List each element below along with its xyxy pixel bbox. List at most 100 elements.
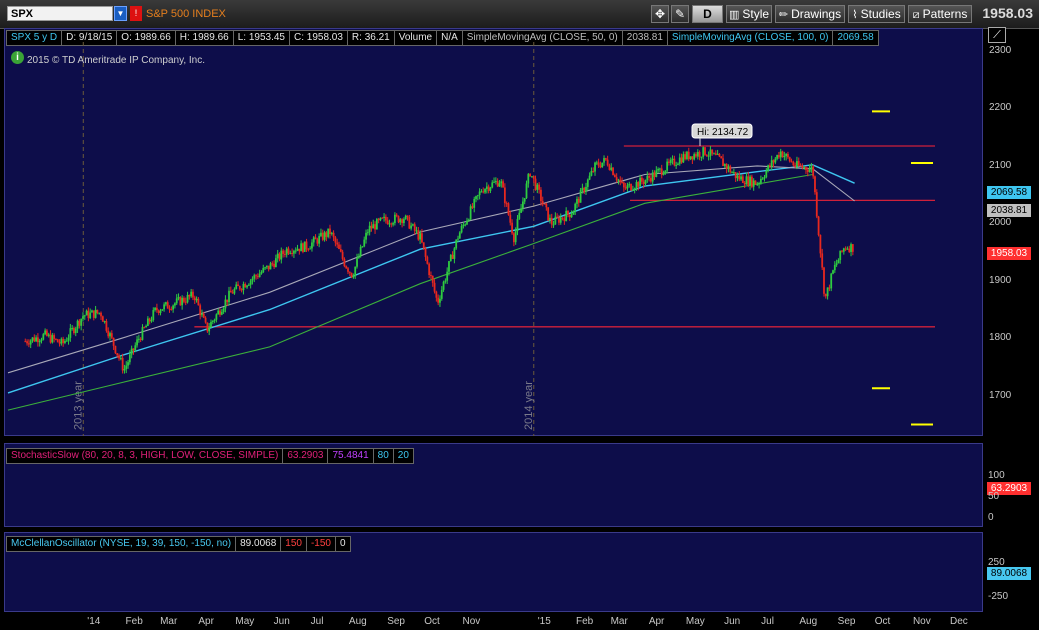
moving-average-line — [7, 173, 813, 411]
price-candle-body — [799, 165, 802, 167]
price-candle-body — [278, 253, 281, 260]
price-candle-body — [183, 297, 185, 302]
price-candle-body — [421, 233, 423, 243]
price-candle-body — [357, 256, 360, 259]
price-candle-body — [431, 275, 434, 283]
price-candle-body — [673, 158, 676, 166]
price-candle-body — [570, 214, 573, 218]
stochastic-d-value: 75.4841 — [327, 448, 374, 464]
price-candle-body — [842, 248, 845, 252]
price-candle-body — [312, 237, 315, 243]
price-candle-body — [484, 189, 486, 193]
price-candle-body — [797, 161, 800, 166]
price-candle-body — [352, 276, 355, 278]
price-candle-body — [805, 167, 807, 170]
price-candle-body — [116, 353, 119, 356]
price-candle-body — [303, 241, 306, 252]
price-candle-body — [736, 175, 739, 179]
x-tick-label: Oct — [424, 616, 440, 627]
price-candle-body — [689, 156, 692, 160]
price-candle-body — [523, 198, 526, 202]
price-candle-body — [439, 298, 441, 303]
price-candle-body — [549, 217, 551, 221]
price-candle-body — [433, 282, 436, 292]
price-candle-body — [170, 308, 173, 310]
price-candle-body — [451, 254, 454, 259]
price-candle-body — [485, 186, 488, 190]
price-candle-body — [440, 289, 443, 299]
price-candle-body — [231, 292, 234, 294]
price-candle-body — [211, 320, 214, 323]
price-candle-body — [309, 248, 312, 250]
price-candle-body — [597, 162, 600, 166]
price-candle-body — [449, 254, 452, 262]
price-candle-body — [507, 203, 510, 215]
x-tick-label: Aug — [799, 616, 818, 627]
x-tick-label: Apr — [198, 616, 214, 627]
price-candle-body — [480, 191, 483, 193]
price-candle-body — [166, 302, 169, 309]
x-tick-label: Jul — [761, 616, 774, 627]
price-candle-body — [348, 271, 351, 273]
price-candle-body — [686, 151, 688, 159]
price-candle-body — [785, 153, 788, 156]
price-candle-body — [217, 310, 220, 315]
price-candle-body — [462, 224, 465, 226]
price-candle-body — [168, 308, 171, 310]
price-candle-body — [374, 224, 376, 230]
price-candle-body — [143, 327, 146, 329]
price-candle-body — [415, 230, 418, 232]
price-candle-body — [700, 156, 703, 158]
price-candle-body — [448, 261, 450, 272]
price-candle-body — [826, 287, 829, 297]
price-candle-body — [186, 295, 189, 303]
price-candle-body — [193, 297, 196, 301]
price-candle-body — [321, 232, 324, 240]
price-candle-body — [291, 252, 294, 254]
price-candle-body — [76, 320, 79, 329]
price-candle-body — [458, 232, 461, 239]
price-candle-body — [803, 167, 806, 169]
price-candle-body — [199, 305, 202, 316]
price-candle-body — [619, 179, 622, 182]
price-candle-body — [622, 182, 625, 188]
x-tick-label: May — [235, 616, 255, 627]
price-candle-body — [55, 338, 57, 340]
price-candle-body — [646, 175, 649, 181]
price-candle-body — [624, 187, 627, 189]
price-candle-body — [285, 248, 288, 255]
price-candle-body — [738, 175, 741, 180]
price-candle-body — [98, 312, 101, 314]
price-candle-body — [583, 187, 586, 192]
price-candle-body — [424, 248, 427, 257]
price-candle-body — [300, 243, 303, 252]
price-candle-body — [181, 297, 184, 306]
price-candle-body — [430, 275, 432, 277]
price-candle-body — [148, 318, 151, 322]
price-candle-body — [372, 224, 375, 229]
price-candle-body — [666, 161, 669, 171]
price-candle-body — [53, 335, 56, 339]
price-candle-body — [538, 184, 541, 190]
price-candle-body — [671, 158, 674, 160]
price-candle-body — [772, 160, 775, 163]
price-candle-body — [155, 307, 158, 311]
price-candle-body — [585, 186, 587, 192]
price-candle-body — [713, 153, 715, 155]
price-candle-body — [489, 187, 492, 191]
price-candle-body — [750, 176, 753, 187]
price-candle-body — [96, 309, 99, 314]
price-candle-body — [664, 170, 667, 174]
price-candle-body — [498, 183, 501, 187]
price-candle-body — [287, 248, 290, 254]
price-candle-body — [368, 225, 371, 233]
price-candle-body — [294, 250, 297, 252]
price-candle-body — [80, 318, 83, 326]
price-candle-body — [691, 156, 694, 160]
price-candle-body — [296, 248, 299, 251]
price-candle-body — [720, 156, 723, 159]
price-candle-body — [693, 154, 696, 160]
price-candle-body — [354, 266, 357, 277]
price-candle-body — [814, 176, 816, 193]
price-candle-body — [821, 253, 824, 268]
